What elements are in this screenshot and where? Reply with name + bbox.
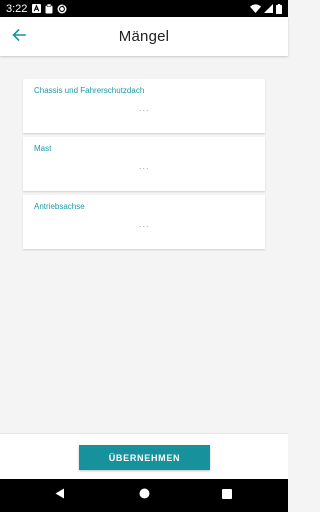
page-title: Mängel — [118, 28, 170, 45]
card-title: Chassis und Fahrerschutzdach — [34, 86, 145, 95]
card-title: Antriebsachse — [34, 202, 85, 211]
a-notification-icon — [32, 4, 42, 13]
nav-recents-button[interactable] — [219, 487, 235, 503]
wifi-icon — [250, 4, 261, 13]
card-value-placeholder: ··· — [138, 105, 150, 115]
home-circle-icon — [139, 486, 150, 504]
bottom-action-bar: ÜBERNEHMEN — [0, 433, 288, 479]
defect-card-chassis[interactable]: Chassis und Fahrerschutzdach ··· — [23, 79, 265, 133]
status-bar: 3:22 — [0, 0, 288, 17]
defect-category-list: Chassis und Fahrerschutzdach ··· Mast ··… — [23, 79, 265, 253]
status-right-icons — [250, 0, 282, 17]
nav-home-button[interactable] — [136, 487, 152, 503]
defect-card-drive-axle[interactable]: Antriebsachse ··· — [23, 195, 265, 249]
card-value-placeholder: ··· — [138, 163, 150, 173]
app-bar: Mängel — [0, 17, 288, 56]
recents-square-icon — [222, 486, 232, 504]
status-time: 3:22 — [6, 2, 28, 15]
status-left-icons — [32, 3, 67, 14]
signal-icon — [264, 4, 273, 13]
clipboard-icon — [45, 3, 53, 14]
card-value-placeholder: ··· — [138, 221, 150, 231]
system-nav-bar — [0, 479, 288, 512]
battery-icon — [276, 3, 282, 14]
back-triangle-icon — [55, 486, 65, 504]
sync-circle-icon — [57, 4, 67, 14]
content-area: Chassis und Fahrerschutzdach ··· Mast ··… — [0, 56, 288, 433]
apply-button[interactable]: ÜBERNEHMEN — [79, 445, 210, 470]
card-title: Mast — [34, 144, 52, 153]
nav-back-button[interactable] — [52, 487, 68, 503]
defect-card-mast[interactable]: Mast ··· — [23, 137, 265, 191]
